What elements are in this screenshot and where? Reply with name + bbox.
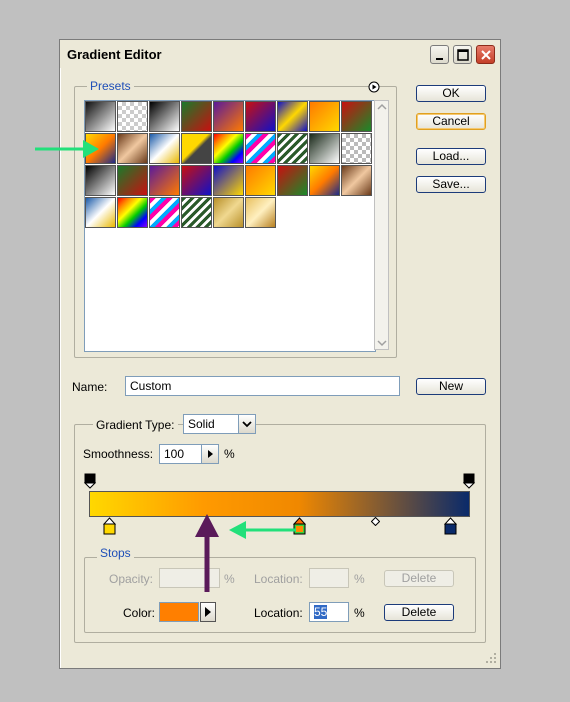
color-label: Color: xyxy=(123,606,156,620)
presets-scrollbar[interactable] xyxy=(374,100,389,350)
color-location-label: Location: xyxy=(254,606,303,620)
preset-swatch[interactable] xyxy=(117,101,148,132)
preset-swatch[interactable] xyxy=(309,133,340,164)
color-location-input[interactable]: 55 xyxy=(309,602,349,622)
gradient-bar[interactable] xyxy=(89,491,470,517)
save-button[interactable]: Save... xyxy=(416,176,486,193)
preset-swatch[interactable] xyxy=(117,197,148,228)
presets-label: Presets xyxy=(87,79,134,93)
color-location-unit: % xyxy=(354,606,365,620)
stops-group xyxy=(84,557,476,633)
preset-swatch[interactable] xyxy=(149,101,180,132)
preset-swatch[interactable] xyxy=(309,165,340,196)
opacity-location-unit: % xyxy=(354,572,365,586)
color-stop-navy-icon[interactable] xyxy=(444,517,457,535)
preset-swatch[interactable] xyxy=(149,197,180,228)
preset-swatch[interactable] xyxy=(213,165,244,196)
new-button[interactable]: New xyxy=(416,378,486,395)
preset-swatch[interactable] xyxy=(245,197,276,228)
preset-swatch[interactable] xyxy=(245,165,276,196)
ok-button[interactable]: OK xyxy=(416,85,486,102)
close-button[interactable] xyxy=(476,45,495,64)
preset-swatch[interactable] xyxy=(213,197,244,228)
maximize-icon xyxy=(457,49,469,61)
presets-menu-icon[interactable] xyxy=(368,81,380,93)
title-bar[interactable]: Gradient Editor xyxy=(60,40,500,68)
preset-swatch[interactable] xyxy=(341,133,372,164)
color-menu-button[interactable] xyxy=(200,602,216,622)
opacity-delete-button: Delete xyxy=(384,570,454,587)
color-delete-button[interactable]: Delete xyxy=(384,604,454,621)
preset-swatch[interactable] xyxy=(117,133,148,164)
maximize-button[interactable] xyxy=(453,45,472,64)
preset-swatch[interactable] xyxy=(245,133,276,164)
preset-swatch[interactable] xyxy=(277,101,308,132)
preset-swatch[interactable] xyxy=(277,133,308,164)
scroll-down-icon[interactable] xyxy=(377,339,387,347)
preset-swatch[interactable] xyxy=(309,101,340,132)
preset-swatch[interactable] xyxy=(213,101,244,132)
resize-grip-icon[interactable] xyxy=(484,651,498,665)
minimize-icon xyxy=(436,58,443,60)
chevron-down-icon xyxy=(242,421,252,428)
load-button[interactable]: Load... xyxy=(416,148,486,165)
name-label: Name: xyxy=(72,380,108,394)
minimize-button[interactable] xyxy=(430,45,449,64)
preset-swatch[interactable] xyxy=(149,133,180,164)
dropdown-button[interactable] xyxy=(238,415,255,433)
opacity-label: Opacity: xyxy=(109,572,154,586)
stops-label: Stops xyxy=(97,546,134,560)
preset-swatch[interactable] xyxy=(181,165,212,196)
color-swatch[interactable] xyxy=(159,602,199,622)
smoothness-label: Smoothness: xyxy=(83,447,154,461)
color-stop-orange-selected-icon[interactable] xyxy=(293,517,306,535)
gradient-type-value: Solid xyxy=(188,417,215,431)
preset-swatch[interactable] xyxy=(85,101,116,132)
opacity-unit: % xyxy=(224,572,235,586)
preset-swatch[interactable] xyxy=(341,101,372,132)
opacity-location-input xyxy=(309,568,349,588)
triangle-right-icon xyxy=(208,450,213,458)
cancel-button[interactable]: Cancel xyxy=(416,113,486,130)
opacity-stop-right-icon[interactable] xyxy=(463,473,475,489)
color-location-value: 55 xyxy=(314,605,328,619)
preset-swatch[interactable] xyxy=(117,165,148,196)
color-stop-yellow-icon[interactable] xyxy=(103,517,116,535)
preset-swatch[interactable] xyxy=(85,133,116,164)
preset-swatch[interactable] xyxy=(245,101,276,132)
midpoint-diamond-icon[interactable] xyxy=(371,517,380,526)
smoothness-unit: % xyxy=(224,447,235,461)
preset-swatch[interactable] xyxy=(277,165,308,196)
smoothness-value: 100 xyxy=(164,447,185,461)
close-icon xyxy=(481,50,491,60)
preset-swatch[interactable] xyxy=(85,197,116,228)
smoothness-arrow-button[interactable] xyxy=(201,445,218,463)
triangle-right-icon xyxy=(205,607,211,617)
preset-swatch[interactable] xyxy=(149,165,180,196)
gradient-type-label: Gradient Type: xyxy=(93,418,178,432)
opacity-stop-left-icon[interactable] xyxy=(84,473,96,489)
preset-swatch[interactable] xyxy=(181,197,212,228)
presets-list[interactable] xyxy=(84,100,376,352)
preset-swatch[interactable] xyxy=(181,133,212,164)
scroll-up-icon[interactable] xyxy=(377,103,387,111)
preset-swatch[interactable] xyxy=(181,101,212,132)
opacity-location-label: Location: xyxy=(254,572,303,586)
name-input[interactable]: Custom xyxy=(125,376,400,396)
preset-swatch[interactable] xyxy=(85,165,116,196)
gradient-type-select[interactable]: Solid xyxy=(183,414,256,434)
preset-swatch[interactable] xyxy=(341,165,372,196)
smoothness-input[interactable]: 100 xyxy=(159,444,219,464)
window-title: Gradient Editor xyxy=(67,47,162,62)
opacity-input xyxy=(159,568,220,588)
preset-swatch[interactable] xyxy=(213,133,244,164)
